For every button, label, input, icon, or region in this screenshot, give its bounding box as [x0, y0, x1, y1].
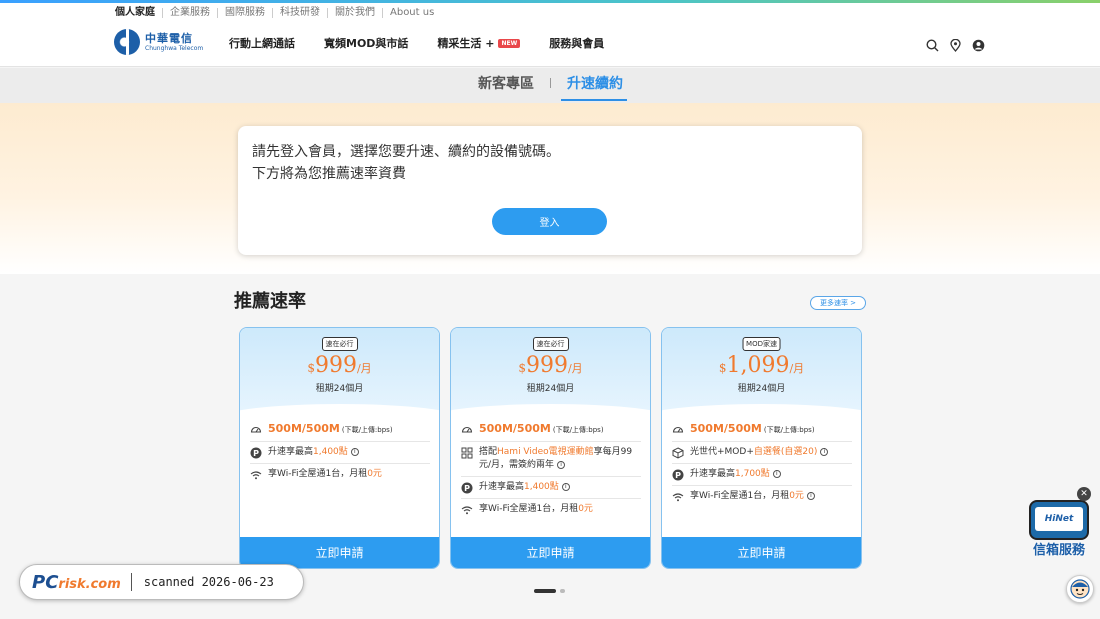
- svg-text:P: P: [675, 471, 681, 480]
- nav-broadband[interactable]: 寬頻MOD與市話: [324, 35, 408, 51]
- recommend-title: 推薦速率: [234, 291, 306, 312]
- active-tab-indicator: [561, 99, 627, 101]
- top-link-enterprise[interactable]: 企業服務: [162, 8, 217, 18]
- svg-text:P: P: [253, 449, 259, 458]
- hinet-label: 信箱服務: [1032, 543, 1085, 558]
- top-link-international[interactable]: 國際服務: [217, 8, 272, 18]
- tab-divider: [550, 78, 551, 88]
- info-icon[interactable]: i: [557, 460, 566, 469]
- top-link-research[interactable]: 科技研發: [272, 8, 327, 18]
- plan-card: 速在必行 $999/月 租期24個月 500M/500M (下載/上傳:bps) …: [450, 327, 651, 569]
- tab-upgrade-renew[interactable]: 升速續約: [567, 73, 623, 93]
- header-icons: [924, 37, 993, 53]
- apply-button[interactable]: 立即申請: [451, 537, 650, 568]
- points-p-icon: P: [672, 469, 684, 481]
- speedometer-icon: [250, 426, 262, 433]
- feature-speed: 500M/500M (下載/上傳:bps): [461, 418, 641, 442]
- top-link-personal[interactable]: 個人家庭: [115, 8, 162, 18]
- pcrisk-logo: PCrisk.com: [32, 571, 121, 593]
- feature-hami-video: 搭配Hami Video電視運動館享每月99元/月，需簽約兩年 i: [461, 442, 641, 477]
- points-p-icon: P: [250, 447, 262, 459]
- info-icon[interactable]: i: [772, 469, 781, 478]
- feature-wifi: 享Wi-Fi全屋通1台，月租0元: [250, 464, 430, 485]
- tab-new-customer[interactable]: 新客專區: [478, 73, 534, 93]
- nav-mobile[interactable]: 行動上網通話: [229, 35, 295, 51]
- svg-text:P: P: [464, 484, 470, 493]
- plan-features: 500M/500M (下載/上傳:bps) 搭配Hami Video電視運動館享每…: [461, 418, 641, 520]
- location-pin-icon[interactable]: [947, 37, 963, 53]
- nav-services[interactable]: 服務與會員: [549, 35, 604, 51]
- login-message-line1: 請先登入會員，選擇您要升速、續約的設備號碼。: [252, 144, 560, 160]
- close-icon[interactable]: ✕: [1077, 487, 1091, 501]
- logo-en-text: Chunghwa Telecom: [145, 44, 204, 52]
- plan-term: 租期24個月: [737, 384, 786, 394]
- box-cube-icon: [672, 447, 684, 459]
- mascot-chat-icon[interactable]: [1066, 575, 1094, 603]
- wifi-icon: [672, 493, 684, 502]
- plan-card: 速在必行 $999/月 租期24個月 500M/500M (下載/上傳:bps) …: [239, 327, 440, 569]
- page-tabs: 新客專區 升速續約: [0, 68, 1100, 103]
- feature-mod-bundle: 光世代+MOD+自選餐(自選20) i: [672, 442, 852, 464]
- info-icon[interactable]: i: [806, 491, 815, 500]
- plan-price: $999/月: [307, 353, 372, 378]
- apply-button[interactable]: 立即申請: [662, 537, 861, 568]
- plan-term: 租期24個月: [315, 384, 364, 394]
- main-nav: 行動上網通話 寬頻MOD與市話 精采生活 + NEW 服務與會員: [229, 35, 633, 51]
- pager-dot[interactable]: [560, 589, 565, 593]
- plan-tag: 速在必行: [321, 337, 358, 351]
- speedometer-icon: [672, 426, 684, 433]
- top-links: 個人家庭 企業服務 國際服務 科技研發 關於我們 About us: [115, 8, 441, 18]
- feature-points: P 升速享最高1,400點 i: [461, 477, 641, 499]
- user-account-icon[interactable]: [970, 37, 986, 53]
- info-icon[interactable]: i: [820, 447, 829, 456]
- hinet-monitor-icon: HiNet: [1029, 500, 1089, 540]
- feature-wifi: 享Wi-Fi全屋通1台，月租0元: [461, 499, 641, 520]
- site-header: 個人家庭 企業服務 國際服務 科技研發 關於我們 About us 中華電信 C…: [0, 3, 1100, 67]
- logo-cn-text: 中華電信: [145, 31, 193, 45]
- login-message-line2: 下方將為您推薦速率資費: [252, 166, 406, 182]
- plan-price: $1,099/月: [718, 353, 805, 378]
- wifi-icon: [461, 506, 473, 515]
- feature-wifi: 享Wi-Fi全屋通1台，月租0元 i: [672, 486, 852, 507]
- feature-speed: 500M/500M (下載/上傳:bps): [250, 418, 430, 442]
- speedometer-icon: [461, 426, 473, 433]
- scan-date: scanned 2026-06-23: [143, 575, 274, 589]
- cht-logo[interactable]: 中華電信 Chunghwa Telecom: [114, 29, 203, 55]
- plan-features: 500M/500M (下載/上傳:bps) 光世代+MOD+自選餐(自選20) i …: [672, 418, 852, 507]
- login-button[interactable]: 登入: [492, 208, 607, 235]
- plan-tag: MOD家速: [742, 337, 781, 351]
- cht-logo-icon: [114, 29, 140, 55]
- plan-tag: 速在必行: [532, 337, 569, 351]
- plan-term: 租期24個月: [526, 384, 575, 394]
- info-icon[interactable]: i: [350, 447, 359, 456]
- search-icon[interactable]: [924, 37, 940, 53]
- pager-dot-active[interactable]: [534, 589, 556, 593]
- pcrisk-watermark: PCrisk.com scanned 2026-06-23: [19, 564, 304, 600]
- more-speeds-button[interactable]: 更多速率 >: [810, 296, 866, 310]
- nav-lifestyle[interactable]: 精采生活 + NEW: [437, 35, 521, 51]
- feature-points: P 升速享最高1,400點 i: [250, 442, 430, 464]
- feature-speed: 500M/500M (下載/上傳:bps): [672, 418, 852, 442]
- points-p-icon: P: [461, 482, 473, 494]
- wifi-icon: [250, 471, 262, 480]
- carousel-pager: [534, 589, 565, 593]
- top-link-about-en[interactable]: About us: [382, 8, 441, 18]
- login-card: 請先登入會員，選擇您要升速、續約的設備號碼。 下方將為您推薦速率資費 登入: [238, 126, 862, 255]
- new-badge: NEW: [498, 38, 521, 48]
- plan-price: $999/月: [518, 353, 583, 378]
- top-link-about-cn[interactable]: 關於我們: [327, 8, 382, 18]
- feature-points: P 升速享最高1,700點 i: [672, 464, 852, 486]
- login-message: 請先登入會員，選擇您要升速、續約的設備號碼。 下方將為您推薦速率資費: [252, 141, 560, 185]
- info-icon[interactable]: i: [561, 482, 570, 491]
- plan-features: 500M/500M (下載/上傳:bps) P 升速享最高1,400點 i 享Wi-…: [250, 418, 430, 485]
- plan-card: MOD家速 $1,099/月 租期24個月 500M/500M (下載/上傳:bp…: [661, 327, 862, 569]
- app-grid-icon: [461, 447, 473, 459]
- hinet-mail-widget[interactable]: HiNet 信箱服務: [1027, 497, 1091, 561]
